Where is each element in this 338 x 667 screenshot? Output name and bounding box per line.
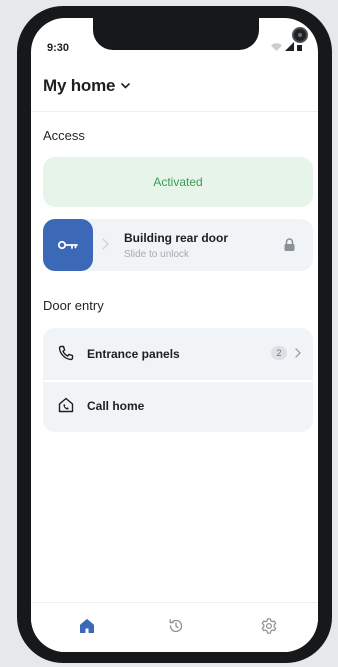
list-item-entrance-panels[interactable]: Entrance panels 2 <box>43 328 313 382</box>
access-section-title: Access <box>43 128 85 143</box>
header-divider <box>31 111 318 112</box>
activated-banner: Activated <box>43 157 313 207</box>
chevron-down-icon <box>121 83 131 89</box>
door-entry-section-title: Door entry <box>43 298 104 313</box>
status-time: 9:30 <box>47 42 70 54</box>
list-item-label: Entrance panels <box>87 347 180 361</box>
door-entry-list: Entrance panels 2 Call home <box>43 328 313 432</box>
camera-icon <box>292 27 308 43</box>
gear-icon <box>261 618 277 634</box>
key-icon <box>57 240 78 250</box>
list-item-label: Call home <box>87 399 145 413</box>
phone-icon <box>58 345 74 361</box>
page-title: My home <box>43 76 116 95</box>
door-unlock-slider[interactable]: Building rear door Slide to unlock <box>43 219 313 271</box>
count-badge: 2 <box>271 346 287 360</box>
lock-icon <box>284 238 295 251</box>
list-item-call-home[interactable]: Call home <box>43 380 313 432</box>
bottom-tab-bar <box>31 602 318 652</box>
chevron-right-icon <box>295 348 301 358</box>
door-subtitle: Slide to unlock <box>124 249 190 260</box>
home-icon <box>80 619 94 633</box>
history-icon <box>169 619 183 633</box>
tab-home[interactable] <box>76 615 98 637</box>
status-icons <box>271 42 302 51</box>
door-title: Building rear door <box>124 231 229 245</box>
house-phone-icon <box>58 397 74 413</box>
tab-history[interactable] <box>165 615 187 637</box>
signal-icon <box>285 42 294 51</box>
wifi-icon <box>271 42 282 51</box>
activated-text: Activated <box>153 175 203 189</box>
screen: 9:30 My home Access Activated Building r… <box>31 18 318 652</box>
home-selector[interactable]: My home <box>43 76 131 96</box>
chevron-right-icon <box>102 238 109 250</box>
phone-frame: 9:30 My home Access Activated Building r… <box>17 6 332 663</box>
battery-icon <box>297 44 302 51</box>
slide-handle[interactable] <box>43 219 93 271</box>
tab-settings[interactable] <box>258 615 280 637</box>
notch <box>93 18 308 50</box>
